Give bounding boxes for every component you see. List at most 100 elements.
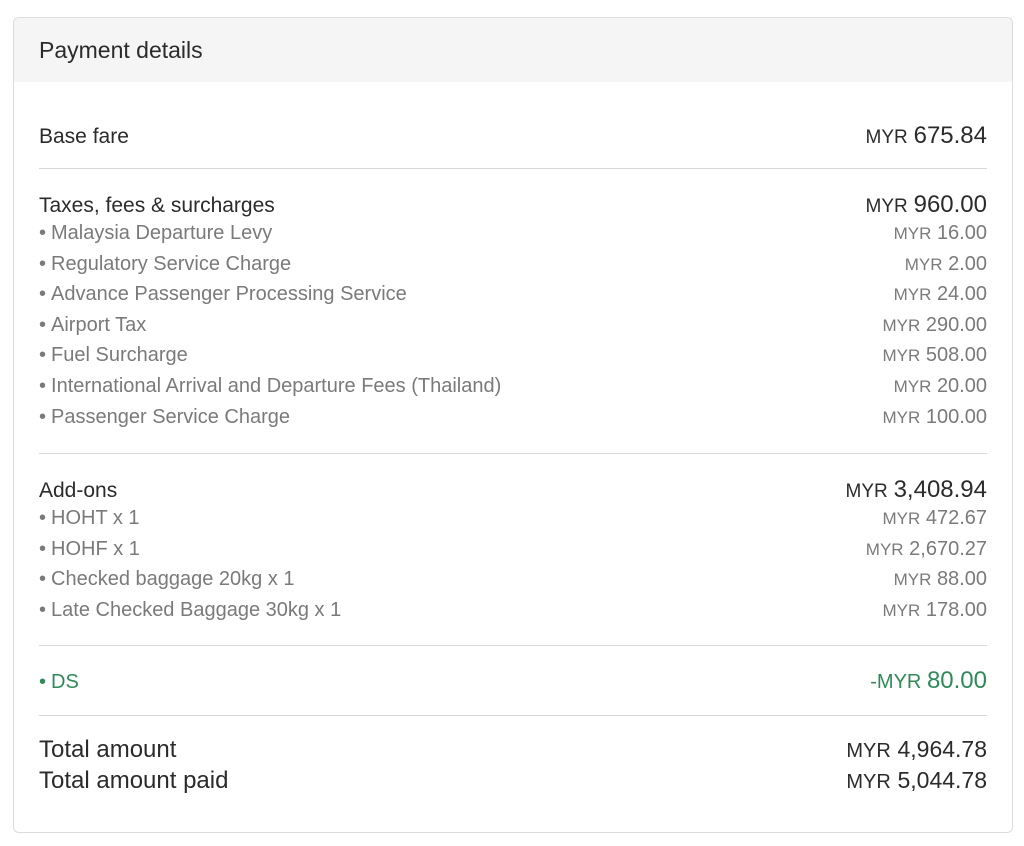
currency-code: MYR [845, 481, 888, 502]
item-label: Checked baggage 20kg x 1 [51, 568, 295, 591]
item-label: • Regulatory Service Charge [39, 253, 291, 276]
amount-value: 472.67 [925, 507, 987, 529]
item-label: • Airport Tax [39, 314, 146, 337]
bullet-icon: • [39, 507, 47, 529]
bullet-icon: • [39, 252, 47, 275]
item-label: Malaysia Departure Levy [51, 222, 273, 244]
amount-value: 80.00 [926, 667, 987, 694]
item-amount: MYR 100.00 [882, 406, 987, 429]
item-label: HOHT x 1 [51, 507, 140, 529]
addons-row: Add-ons MYR 3,408.94 [39, 476, 987, 507]
item-label: Late Checked Baggage 30kg x 1 [51, 598, 342, 621]
total-paid-value: MYR 5,044.78 [846, 767, 987, 795]
currency-code: MYR [865, 539, 904, 559]
list-item: • Checked baggage 20kg x 1 MYR 88.00 [39, 568, 987, 599]
currency-code: MYR [865, 127, 908, 148]
item-label: Airport Tax [51, 313, 147, 336]
currency-code: MYR [893, 285, 932, 305]
list-item: • Advance Passenger Processing Service MY… [39, 283, 987, 314]
addons-amount: MYR 3,408.94 [846, 476, 988, 504]
amount-value: 88.00 [936, 568, 987, 591]
currency-code: MYR [865, 196, 908, 217]
amount-value: 290.00 [925, 313, 987, 336]
item-amount: MYR 24.00 [894, 283, 987, 306]
bullet-icon: • [39, 344, 47, 367]
amount-value: 675.84 [913, 122, 987, 149]
total-amount-row: Total amount MYR 4,964.78 [39, 736, 987, 767]
amount-value: 508.00 [925, 344, 987, 367]
bullet-icon: • [39, 313, 47, 336]
currency-code: MYR [893, 570, 932, 590]
payment-details-card: Payment details Base fare MYR 675.84 Tax… [13, 17, 1013, 833]
list-item: • Regulatory Service Charge MYR 2.00 [39, 253, 987, 284]
base-fare-section: Base fare MYR 675.84 [39, 82, 987, 169]
item-amount: MYR 2.00 [905, 253, 987, 276]
currency-code: MYR [893, 376, 932, 396]
item-amount: MYR 16.00 [894, 222, 987, 245]
total-amount-value: MYR 4,964.78 [846, 736, 987, 764]
list-item: • HOHT x 1 MYR 472.67 [39, 507, 987, 538]
taxes-label: Taxes, fees & surcharges [39, 194, 275, 217]
item-label: DS [51, 671, 79, 693]
bullet-icon: • [39, 568, 47, 591]
item-amount: MYR 508.00 [882, 344, 987, 367]
taxes-amount: MYR 960.00 [866, 191, 987, 219]
bullet-icon: • [39, 405, 47, 428]
discount-section: • DS -MYR 80.00 [39, 646, 987, 716]
bullet-icon: • [39, 671, 47, 693]
addons-label: Add-ons [39, 479, 118, 502]
item-amount: MYR 88.00 [894, 568, 987, 591]
item-label: • Malaysia Departure Levy [39, 222, 272, 245]
item-amount: MYR 2,670.27 [866, 538, 987, 561]
item-label: Regulatory Service Charge [51, 252, 292, 275]
list-item: • International Arrival and Departure Fee… [39, 375, 987, 406]
total-paid-label: Total amount paid [39, 767, 229, 794]
amount-value: 960.00 [913, 191, 987, 218]
item-label: HOHF x 1 [51, 537, 140, 560]
page-title: Payment details [39, 36, 203, 63]
base-fare-amount: MYR 675.84 [866, 122, 987, 150]
item-amount: MYR 178.00 [882, 599, 987, 622]
currency-code: MYR [882, 600, 921, 620]
amount-value: 4,964.78 [897, 736, 987, 762]
item-label: • Checked baggage 20kg x 1 [39, 568, 295, 591]
item-label: • Fuel Surcharge [39, 344, 188, 367]
item-label: Advance Passenger Processing Service [51, 283, 407, 306]
item-label: • HOHT x 1 [39, 507, 140, 530]
taxes-section: Taxes, fees & surcharges MYR 960.00 • Mal… [39, 169, 987, 454]
total-paid-row: Total amount paid MYR 5,044.78 [39, 767, 987, 798]
amount-value: 178.00 [925, 598, 987, 621]
amount-value: 3,408.94 [893, 476, 987, 503]
currency-code: MYR [893, 224, 932, 243]
amount-value: 20.00 [936, 374, 987, 397]
amount-value: 2,670.27 [909, 537, 987, 560]
bullet-icon: • [39, 283, 47, 306]
discount-amount: -MYR 80.00 [870, 667, 987, 695]
amount-value: 2.00 [948, 252, 987, 275]
currency-code: MYR [882, 315, 921, 335]
item-amount: MYR 20.00 [894, 375, 987, 398]
card-header: Payment details [14, 18, 1012, 82]
list-item: • Late Checked Baggage 30kg x 1 MYR 178.0… [39, 599, 987, 630]
bullet-icon: • [39, 537, 47, 560]
amount-value: 16.00 [936, 222, 987, 244]
base-fare-label: Base fare [39, 125, 129, 148]
card-body: Base fare MYR 675.84 Taxes, fees & surch… [14, 82, 1012, 798]
bullet-icon: • [39, 222, 47, 244]
item-label: • Advance Passenger Processing Service [39, 283, 407, 306]
addons-section: Add-ons MYR 3,408.94 • HOHT x 1 MYR 472.6… [39, 454, 987, 646]
currency-code: MYR [846, 771, 891, 793]
item-label: • International Arrival and Departure Fee… [39, 375, 501, 398]
amount-value: 24.00 [936, 283, 987, 306]
currency-code: MYR [882, 346, 921, 366]
currency-code: MYR [904, 254, 943, 274]
totals-section: Total amount MYR 4,964.78 Total amount p… [39, 716, 987, 798]
amount-value: 100.00 [925, 405, 987, 428]
base-fare-row: Base fare MYR 675.84 [39, 122, 987, 153]
currency-code: -MYR [870, 671, 922, 693]
item-amount: MYR 290.00 [882, 314, 987, 337]
list-item: • Airport Tax MYR 290.00 [39, 314, 987, 345]
list-item: • HOHF x 1 MYR 2,670.27 [39, 538, 987, 569]
item-label: • HOHF x 1 [39, 538, 140, 561]
item-label: Fuel Surcharge [51, 344, 188, 367]
